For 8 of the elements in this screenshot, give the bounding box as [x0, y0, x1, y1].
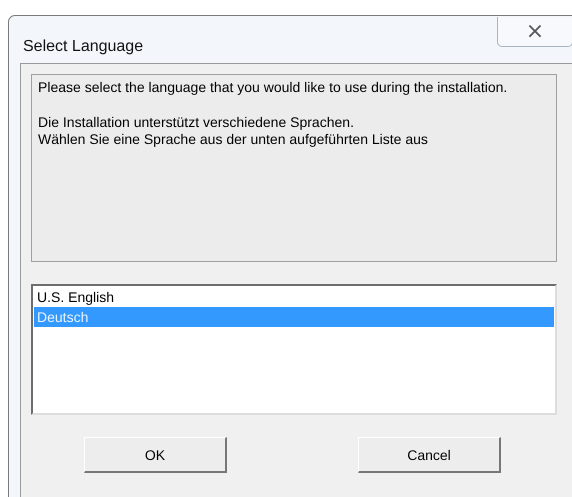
language-item[interactable]: U.S. English [34, 287, 554, 307]
dialog-button[interactable]: OK [84, 437, 227, 473]
language-list[interactable]: U.S. English Deutsch [31, 284, 557, 415]
message-text: Please select the language that you would like to use during the installation. [38, 79, 508, 96]
dialog-button[interactable]: Cancel [358, 437, 501, 473]
message-text: Die Installation unterstützt verschiedene Sprachen. Wählen Sie eine Sprache aus der unten aufgeführten Liste aus [38, 114, 429, 148]
window-title: Select Language [23, 38, 144, 56]
close-button[interactable]: × [497, 17, 572, 47]
